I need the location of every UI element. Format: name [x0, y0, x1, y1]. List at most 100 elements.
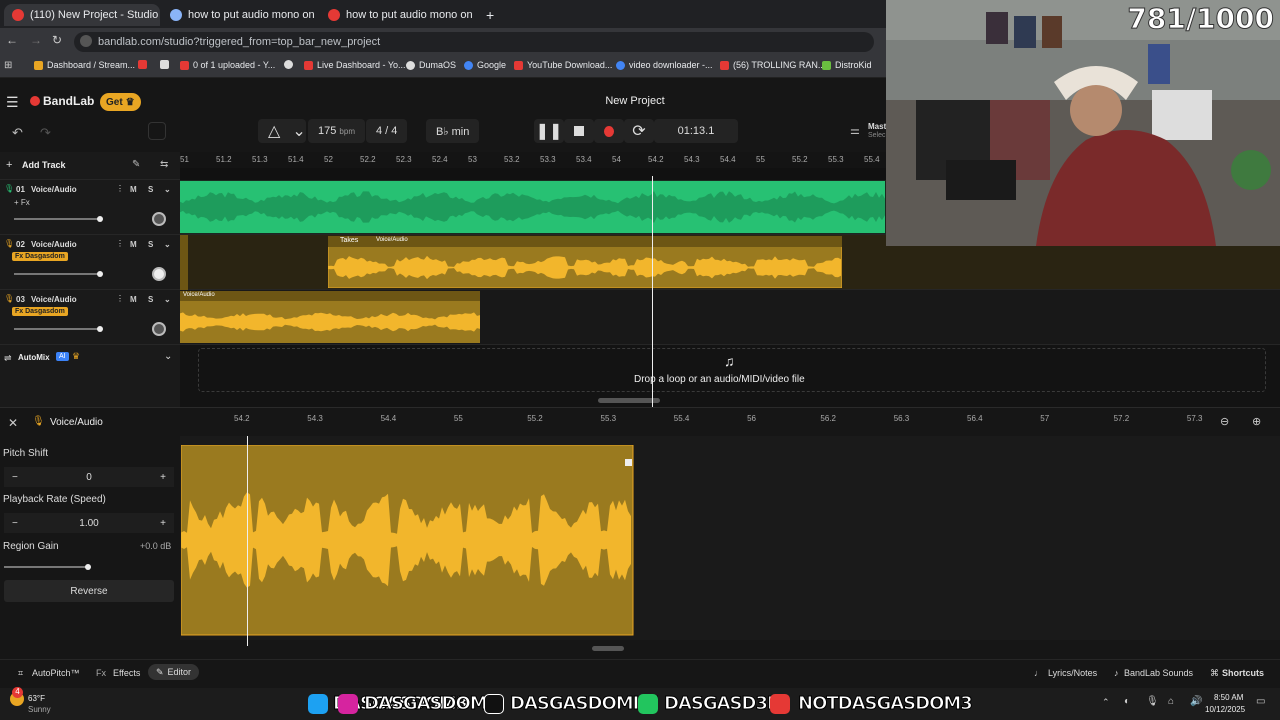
add-fx-button[interactable]: + Fx — [14, 198, 30, 207]
tab-studio[interactable]: (110) New Project - Studio ✕ — [4, 4, 160, 26]
editor-ruler[interactable]: 54.2 54.3 54.4 55 55.2 55.3 55.4 56 56.2 56.3 56.4… — [180, 408, 1280, 432]
editor-region[interactable] — [181, 445, 635, 637]
editor-button[interactable]: ✎ Editor — [148, 664, 200, 680]
takes-label[interactable]: Takes — [340, 237, 358, 244]
playback-rate-value[interactable]: 1.00 — [79, 518, 98, 529]
close-icon[interactable]: ✕ — [8, 416, 18, 430]
bookmark-item[interactable]: video downloader -... — [616, 60, 713, 70]
pan-knob[interactable] — [152, 322, 166, 336]
track-header-1[interactable]: 🎙 01 Voice/Audio ⋮ M S ⌄ + Fx — [0, 180, 180, 235]
shortcuts-button[interactable]: Shortcuts — [1222, 668, 1264, 678]
track-header-3[interactable]: 🎙 03 Voice/Audio ⋮ M S ⌄ Fx Dasgasdom — [0, 290, 180, 345]
fx-badge[interactable]: Fx Dasgasdom — [12, 252, 68, 261]
chevron-down-icon[interactable]: ⌄ — [164, 240, 171, 249]
bookmark-item[interactable]: DumaOS — [406, 60, 456, 70]
chevron-down-icon[interactable]: ⌄ — [164, 351, 172, 362]
region-track-2[interactable] — [328, 236, 842, 288]
playhead[interactable] — [652, 176, 653, 407]
notification-icon[interactable]: ▭ — [1256, 696, 1265, 707]
more-icon[interactable]: ⋮ — [116, 294, 124, 303]
region-track-1[interactable] — [180, 181, 885, 233]
lyrics-button[interactable]: Lyrics/Notes — [1048, 668, 1097, 678]
apps-icon[interactable]: ⊞ — [4, 60, 12, 71]
chevron-down-icon[interactable]: ⌄ — [164, 185, 171, 194]
bookmark-item[interactable]: Live Dashboard - Yo... — [304, 60, 406, 70]
time-signature[interactable]: 4 / 4 — [366, 119, 408, 143]
chevron-up-icon[interactable]: ⌃ — [1102, 697, 1110, 708]
mixer-icon[interactable] — [148, 122, 166, 140]
volume-slider[interactable] — [14, 271, 103, 277]
tab-search-1[interactable]: how to put audio mono on ban ✕ — [162, 4, 318, 26]
editor-scrollbar[interactable] — [592, 646, 624, 651]
mute-button[interactable]: M — [130, 240, 137, 249]
solo-button[interactable]: S — [148, 240, 153, 249]
clock-date[interactable]: 10/12/2025 — [1205, 705, 1245, 714]
url-field[interactable]: bandlab.com/studio?triggered_from=top_ba… — [74, 32, 874, 52]
tray-icon[interactable]: ◐ — [1124, 696, 1130, 707]
loop-button[interactable]: ⟳ — [624, 119, 654, 143]
record-button[interactable] — [594, 119, 624, 143]
bookmark-item[interactable] — [160, 60, 169, 69]
editor-playhead[interactable] — [247, 436, 248, 646]
bookmark-item[interactable]: (56) TROLLING RAN... — [720, 60, 825, 70]
solo-button[interactable]: S — [148, 295, 153, 304]
drop-area[interactable]: ♫ Drop a loop or an audio/MIDI/video fil… — [180, 345, 1280, 407]
track-lane-3[interactable]: Voice/Audio — [180, 290, 1280, 345]
get-button[interactable]: Get ♛ — [100, 93, 141, 111]
reload-icon[interactable]: ↻ — [52, 33, 62, 47]
mic-tray-icon[interactable]: 🎙 — [1146, 696, 1159, 707]
minus-icon[interactable]: − — [12, 518, 18, 529]
bookmark-item[interactable] — [284, 60, 293, 69]
forward-icon[interactable]: → — [30, 33, 42, 47]
tab-search-2[interactable]: how to put audio mono on ban ✕ — [320, 4, 476, 26]
bookmark-item[interactable]: 0 of 1 uploaded - Y... — [180, 60, 275, 70]
metronome-button[interactable]: △ ⌄ — [258, 119, 306, 143]
back-icon[interactable]: ← — [6, 33, 18, 47]
add-track-button[interactable]: Add Track — [22, 160, 66, 170]
minus-icon[interactable]: − — [12, 472, 18, 483]
region-gain-slider[interactable] — [4, 564, 91, 570]
solo-button[interactable]: S — [148, 185, 153, 194]
volume-slider[interactable] — [14, 326, 103, 332]
pause-button[interactable]: ❚❚ — [534, 119, 564, 143]
zoom-in-icon[interactable]: ⊕ — [1252, 415, 1261, 428]
clock-time[interactable]: 8:50 AM — [1214, 693, 1243, 702]
bandlab-sounds-button[interactable]: BandLab Sounds — [1124, 668, 1193, 678]
stop-button[interactable] — [564, 119, 594, 143]
network-icon[interactable]: ⌂ — [1168, 696, 1174, 707]
more-icon[interactable]: ⋮ — [116, 239, 124, 248]
plus-icon[interactable]: + — [160, 518, 166, 529]
bookmark-item[interactable] — [138, 60, 147, 69]
chevron-down-icon[interactable]: ⌄ — [164, 295, 171, 304]
horizontal-scrollbar[interactable] — [598, 398, 660, 403]
more-icon[interactable]: ⋮ — [116, 184, 124, 193]
pan-knob[interactable] — [152, 267, 166, 281]
bookmark-item[interactable]: Dashboard / Stream... — [34, 60, 135, 70]
plus-icon[interactable]: + — [160, 472, 166, 483]
pen-icon[interactable]: ✎ — [132, 159, 140, 170]
track-header-2[interactable]: 🎙 02 Voice/Audio ⋮ M S ⌄ Fx Dasgasdom — [0, 235, 180, 290]
settings-icon[interactable]: ⇆ — [160, 159, 168, 170]
bookmark-item[interactable]: YouTube Download... — [514, 60, 612, 70]
bookmark-item[interactable]: Google — [464, 60, 506, 70]
pitch-shift-value[interactable]: 0 — [86, 472, 92, 483]
automix-label[interactable]: AutoMix — [18, 353, 50, 362]
master-label[interactable]: Mast — [868, 122, 886, 131]
volume-slider[interactable] — [14, 216, 103, 222]
zoom-out-icon[interactable]: ⊖ — [1220, 415, 1229, 428]
bpm-field[interactable]: 175 bpm — [308, 119, 365, 143]
volume-icon[interactable]: 🔊 — [1190, 696, 1202, 707]
project-title[interactable]: New Project — [560, 95, 710, 107]
menu-icon[interactable]: ☰ — [6, 94, 19, 111]
mute-button[interactable]: M — [130, 185, 137, 194]
fx-badge[interactable]: Fx Dasgasdom — [12, 307, 68, 316]
region-track-3[interactable] — [180, 291, 480, 343]
key-field[interactable]: B♭ min — [426, 119, 480, 143]
reverse-button[interactable]: Reverse — [4, 580, 174, 602]
new-tab-button[interactable]: + — [478, 4, 498, 26]
autopitch-button[interactable]: AutoPitch™ — [32, 668, 80, 678]
bookmark-item[interactable]: DistroKid — [822, 60, 872, 70]
mute-button[interactable]: M — [130, 295, 137, 304]
site-info-icon[interactable] — [80, 35, 92, 47]
effects-button[interactable]: Effects — [113, 668, 140, 678]
